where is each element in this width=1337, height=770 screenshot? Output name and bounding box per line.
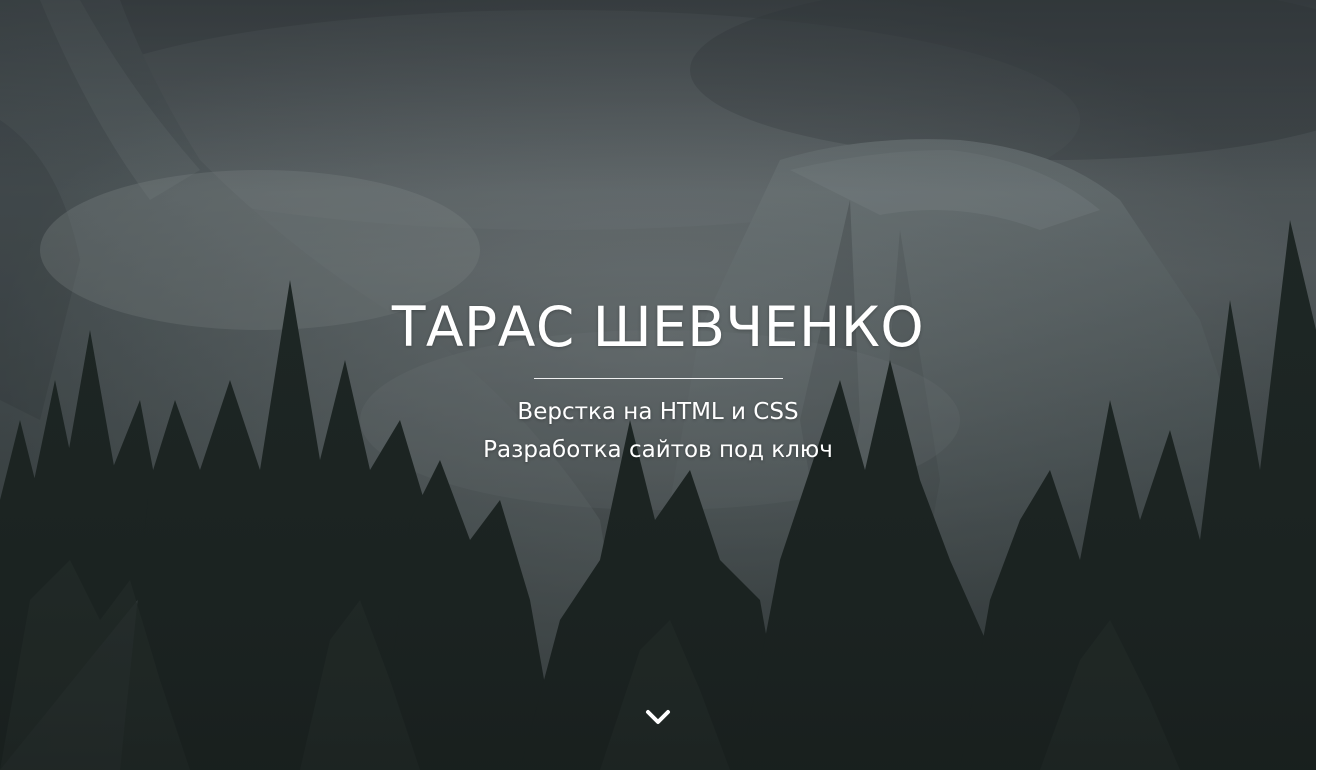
hero-subtitle-line-1: Верстка на HTML и CSS — [517, 399, 799, 425]
chevron-down-icon — [646, 710, 670, 724]
scroll-down-button[interactable] — [644, 704, 672, 730]
title-divider — [534, 378, 783, 379]
hero-content: ТАРАС ШЕВЧЕНКО Верстка на HTML и CSS Раз… — [0, 0, 1316, 770]
hero-section: ТАРАС ШЕВЧЕНКО Верстка на HTML и CSS Раз… — [0, 0, 1316, 770]
page-scrollbar-gutter — [1316, 0, 1337, 770]
hero-title: ТАРАС ШЕВЧЕНКО — [391, 295, 925, 359]
hero-subtitle-line-2: Разработка сайтов под ключ — [483, 437, 833, 463]
